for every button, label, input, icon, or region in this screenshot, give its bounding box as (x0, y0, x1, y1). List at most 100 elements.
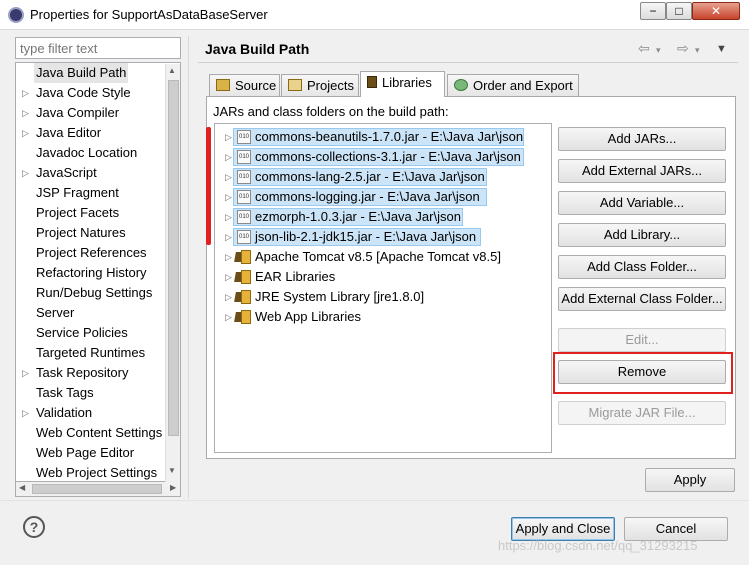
add-variable-button[interactable]: Add Variable... (558, 191, 726, 215)
expand-arrow-icon[interactable]: ▷ (22, 403, 29, 423)
scroll-down-icon[interactable]: ▼ (168, 466, 176, 475)
tab-projects[interactable]: Projects (281, 74, 359, 96)
tree-item-label: Web Content Settings (36, 425, 163, 440)
tab-order-and-export[interactable]: Order and Export (447, 74, 579, 96)
add-external-class-folder-button[interactable]: Add External Class Folder... (558, 287, 726, 311)
scroll-thumb[interactable] (168, 80, 179, 436)
forward-arrow-icon[interactable]: ⇨ (677, 40, 689, 57)
expand-arrow-icon[interactable]: ▷ (225, 167, 232, 187)
tree-item[interactable]: Service Policies (16, 323, 166, 343)
minimize-button[interactable]: − (640, 2, 666, 20)
tree-item-label: Validation (36, 405, 93, 420)
back-menu-icon[interactable]: ▾ (656, 45, 661, 56)
tree-item-label: Run/Debug Settings (36, 285, 153, 300)
entry-label: commons-collections-3.1.jar - E:\Java Ja… (255, 149, 521, 164)
add-library-button[interactable]: Add Library... (558, 223, 726, 247)
tree-item[interactable]: ▷ Java Compiler (16, 103, 166, 123)
tree-item[interactable]: ▷ JavaScript (16, 163, 166, 183)
tree-item[interactable]: Server (16, 303, 166, 323)
build-path-entry[interactable]: ▷ 010 commons-logging.jar - E:\Java Jar\js… (215, 187, 545, 207)
tree-item[interactable]: ▷ Java Editor (16, 123, 166, 143)
build-path-entry[interactable]: ▷ 010 commons-collections-3.1.jar - E:\Jav… (215, 147, 545, 167)
jar-file-icon: 010 (237, 130, 251, 144)
build-path-list[interactable]: ▷ 010 commons-beanutils-1.7.0.jar - E:\Jav… (214, 123, 552, 453)
tree-item[interactable]: Run/Debug Settings (16, 283, 166, 303)
add-class-folder-button[interactable]: Add Class Folder... (558, 255, 726, 279)
expand-arrow-icon[interactable]: ▷ (225, 267, 232, 287)
tree-item-label: Java Code Style (36, 85, 131, 100)
entry-label: json-lib-2.1-jdk15.jar - E:\Java Jar\jso… (255, 229, 477, 244)
tree-item[interactable]: Targeted Runtimes (16, 343, 166, 363)
expand-arrow-icon[interactable]: ▷ (225, 127, 232, 147)
tree-item[interactable]: JSP Fragment (16, 183, 166, 203)
expand-arrow-icon[interactable]: ▷ (22, 163, 29, 183)
add-jars-button[interactable]: Add JARs... (558, 127, 726, 151)
view-menu-icon[interactable]: ▼ (716, 43, 727, 55)
tree-item[interactable]: Web Project Settings (16, 463, 166, 481)
close-button[interactable]: ✕ (692, 2, 740, 20)
tree-item[interactable]: Project Facets (16, 203, 166, 223)
watermark: https://blog.csdn.net/qq_31293215 (498, 538, 698, 553)
scroll-thumb-horizontal[interactable] (32, 484, 162, 494)
expand-arrow-icon[interactable]: ▷ (225, 147, 232, 167)
tree-item[interactable]: Javadoc Location (16, 143, 166, 163)
tree-item-label: Web Project Settings (36, 465, 158, 480)
property-tree[interactable]: Java Build Path ▷ Java Code Style ▷ Java Com… (15, 62, 181, 482)
expand-arrow-icon[interactable]: ▷ (225, 207, 232, 227)
tree-item[interactable]: Project Natures (16, 223, 166, 243)
tab-source[interactable]: Source (209, 74, 280, 96)
header-separator (198, 62, 738, 63)
build-path-entry[interactable]: ▷ Apache Tomcat v8.5 [Apache Tomcat v8.5] (215, 247, 545, 267)
tree-item[interactable]: Task Tags (16, 383, 166, 403)
order-export-icon (454, 79, 468, 91)
migrate-jar-button[interactable]: Migrate JAR File... (558, 401, 726, 425)
jar-file-icon: 010 (237, 210, 251, 224)
panel-divider[interactable] (188, 36, 189, 498)
jar-file-icon: 010 (237, 170, 251, 184)
expand-arrow-icon[interactable]: ▷ (22, 103, 29, 123)
tree-vertical-scrollbar[interactable]: ▲ ▼ (165, 64, 180, 482)
add-external-jars-button[interactable]: Add External JARs... (558, 159, 726, 183)
edit-button[interactable]: Edit... (558, 328, 726, 352)
build-path-entry[interactable]: ▷ EAR Libraries (215, 267, 545, 287)
tree-item[interactable]: Java Build Path (16, 63, 166, 83)
build-path-entry[interactable]: ▷ JRE System Library [jre1.8.0] (215, 287, 545, 307)
build-path-entry[interactable]: ▷ Web App Libraries (215, 307, 545, 327)
jar-file-icon: 010 (237, 150, 251, 164)
tree-item-label: JavaScript (36, 165, 97, 180)
expand-arrow-icon[interactable]: ▷ (225, 227, 232, 247)
tab-libraries[interactable]: Libraries (360, 71, 445, 97)
source-folder-icon (216, 79, 230, 91)
expand-arrow-icon[interactable]: ▷ (225, 247, 232, 267)
expand-arrow-icon[interactable]: ▷ (22, 363, 29, 383)
expand-arrow-icon[interactable]: ▷ (22, 123, 29, 143)
tree-item[interactable]: Project References (16, 243, 166, 263)
forward-menu-icon[interactable]: ▾ (695, 45, 700, 56)
tree-item[interactable]: Web Page Editor (16, 443, 166, 463)
remove-button[interactable]: Remove (558, 360, 726, 384)
build-path-entry[interactable]: ▷ 010 json-lib-2.1-jdk15.jar - E:\Java Jar… (215, 227, 545, 247)
tree-horizontal-scrollbar[interactable]: ◀ ▶ (15, 482, 181, 497)
build-path-entry[interactable]: ▷ 010 commons-lang-2.5.jar - E:\Java Jar\j… (215, 167, 545, 187)
scroll-right-icon[interactable]: ▶ (170, 483, 176, 492)
maximize-button[interactable]: □ (666, 2, 692, 20)
build-path-entry[interactable]: ▷ 010 ezmorph-1.0.3.jar - E:\Java Jar\json (215, 207, 545, 227)
scroll-up-icon[interactable]: ▲ (168, 66, 176, 75)
filter-input[interactable] (15, 37, 181, 59)
expand-arrow-icon[interactable]: ▷ (225, 287, 232, 307)
tree-item[interactable]: ▷ Java Code Style (16, 83, 166, 103)
scroll-left-icon[interactable]: ◀ (19, 483, 25, 492)
tree-item[interactable]: ▷ Task Repository (16, 363, 166, 383)
back-arrow-icon[interactable]: ⇦ (638, 40, 650, 57)
expand-arrow-icon[interactable]: ▷ (225, 307, 232, 327)
apply-button[interactable]: Apply (645, 468, 735, 492)
tree-item-label: Task Tags (36, 385, 94, 400)
tree-item[interactable]: ▷ Validation (16, 403, 166, 423)
expand-arrow-icon[interactable]: ▷ (22, 83, 29, 103)
build-path-entry[interactable]: ▷ 010 commons-beanutils-1.7.0.jar - E:\Jav… (215, 127, 545, 147)
expand-arrow-icon[interactable]: ▷ (225, 187, 232, 207)
help-icon[interactable]: ? (23, 516, 45, 538)
tree-item[interactable]: Web Content Settings (16, 423, 166, 443)
tree-item[interactable]: Refactoring History (16, 263, 166, 283)
entry-label: commons-beanutils-1.7.0.jar - E:\Java Ja… (255, 129, 524, 144)
